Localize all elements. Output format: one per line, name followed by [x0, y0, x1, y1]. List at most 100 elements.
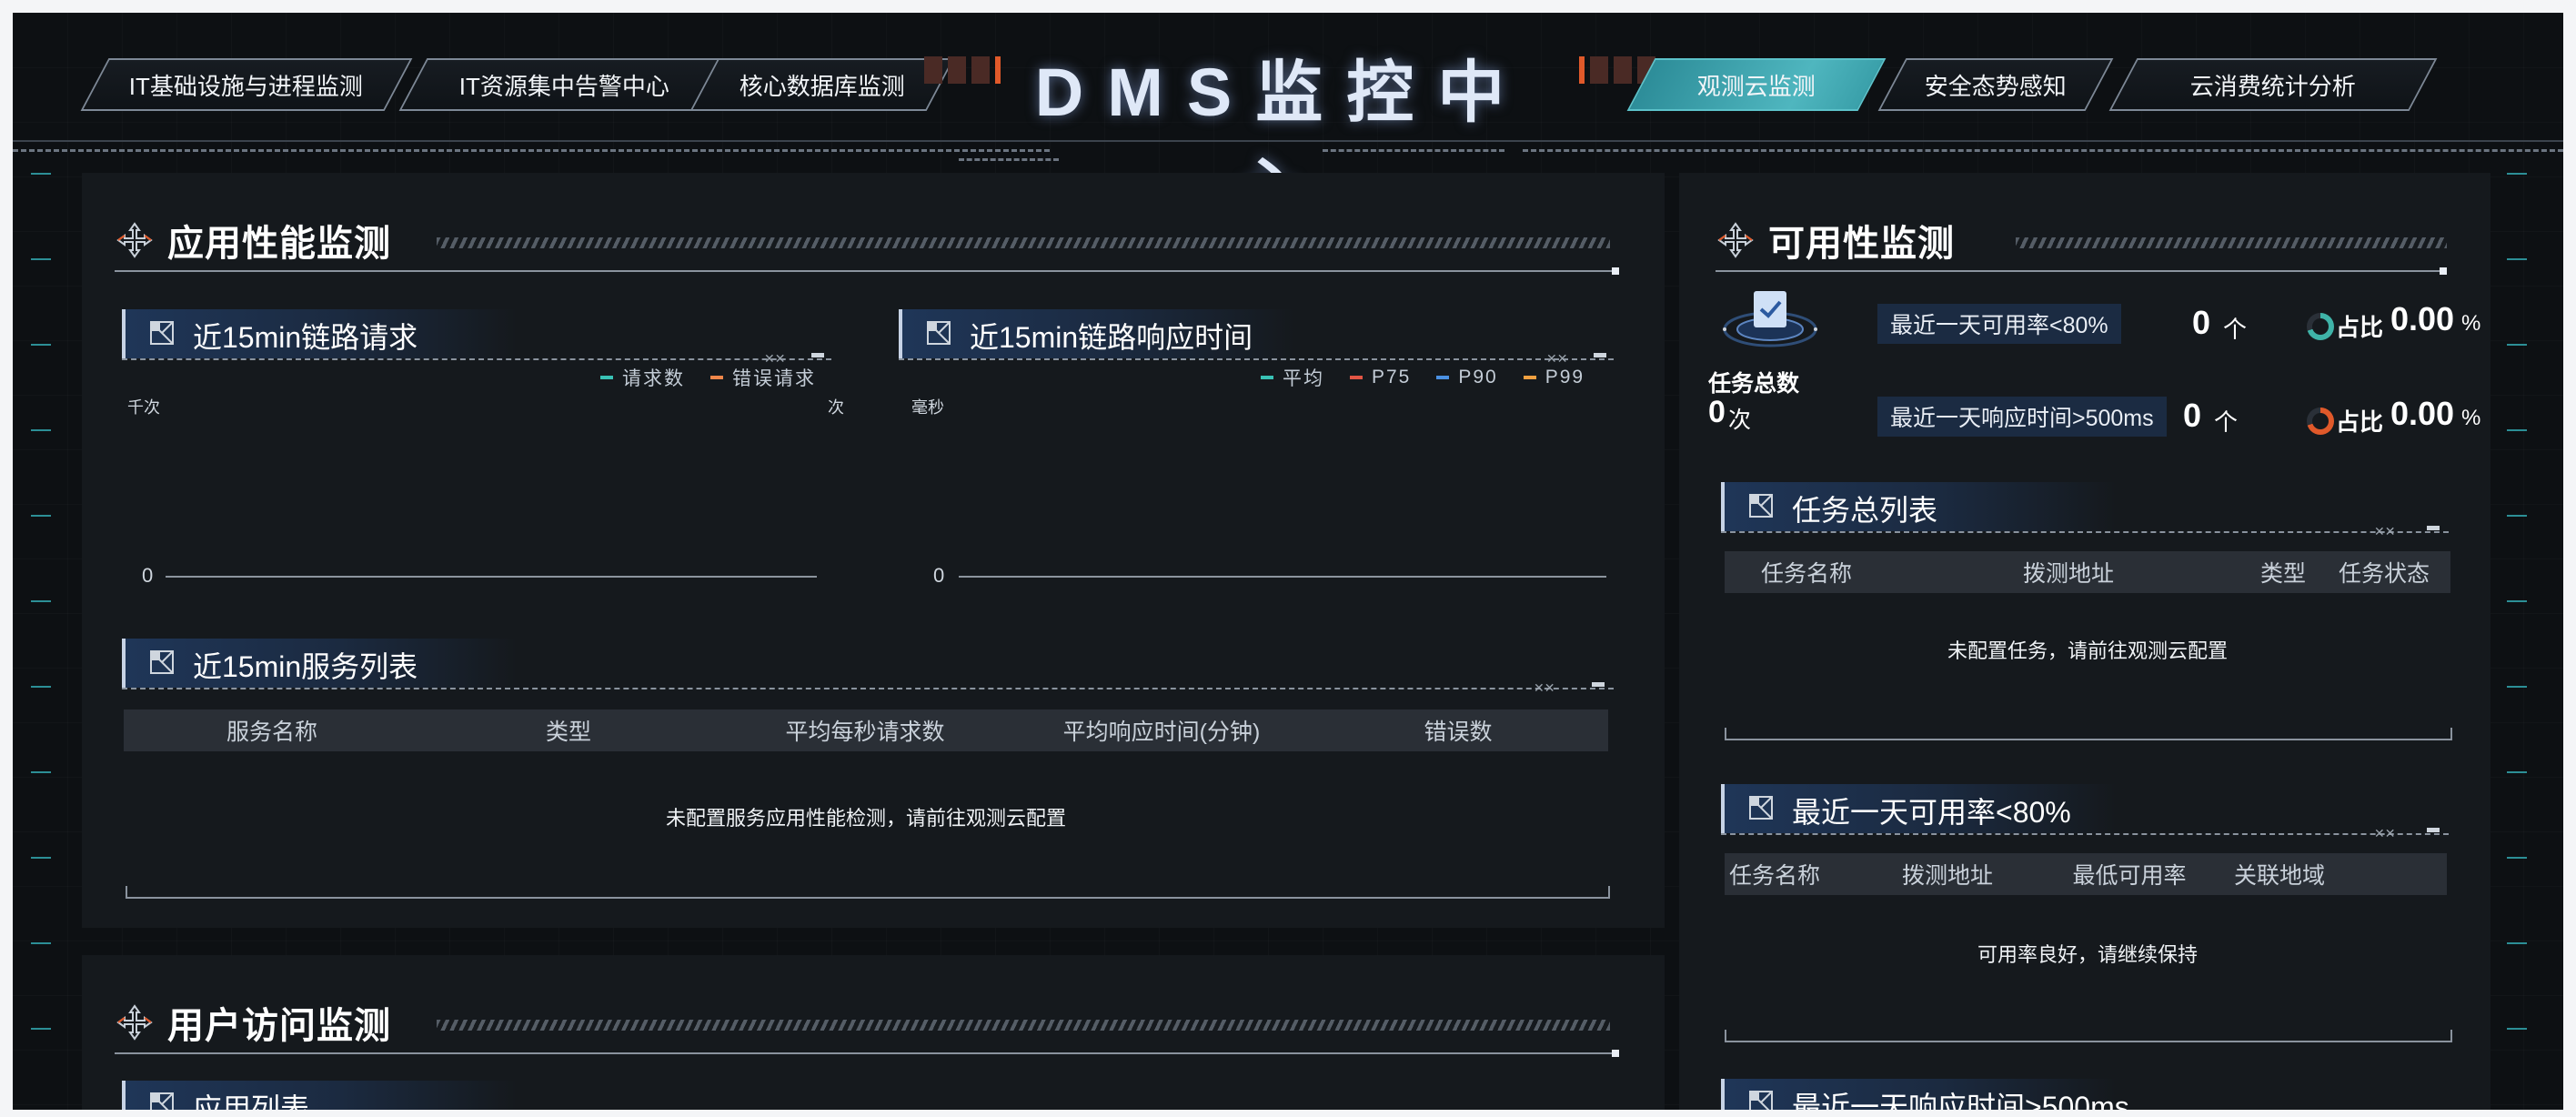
uam-panel: 用户访问监测 应用列表 — [82, 955, 1665, 1110]
column-probe-address[interactable]: 拨测地址 — [1888, 556, 2249, 589]
side-tick — [31, 344, 51, 346]
task-list-empty-message: 未配置任务，请前往观测云配置 — [1947, 639, 2228, 662]
latency-subheader: 近15min链路响应时间 ✕✕ — [899, 309, 1614, 366]
legend-item-avg[interactable]: 平均 — [1261, 364, 1324, 391]
requests-legend: 请求数 错误请求 — [600, 364, 816, 391]
legend-item-p75[interactable]: P75 — [1350, 364, 1411, 391]
table-bracket — [126, 886, 1610, 899]
section-rule — [115, 1050, 1619, 1057]
dashboard-screen: IT基础设施与进程监测 IT资源集中告警中心 核心数据库监测 DMS监控中心 观… — [13, 13, 2563, 1110]
move-arrows-icon — [116, 1004, 153, 1041]
subheader-dots — [1721, 531, 2449, 533]
legend-swatch — [1436, 376, 1450, 379]
task-total-value: 0 — [1708, 395, 1726, 429]
requests-title: 近15min链路请求 — [193, 321, 418, 354]
apps-subheader: 应用列表 — [122, 1081, 831, 1110]
subheader-dots — [1721, 833, 2449, 835]
corner-square-icon — [150, 650, 174, 674]
column-task-status[interactable]: 任务状态 — [2318, 556, 2450, 589]
axis-unit-right: 次 — [828, 398, 844, 417]
axis-zero-label: 0 — [142, 564, 154, 587]
column-task-name[interactable]: 任务名称 — [1725, 556, 1888, 589]
services-subheader: 近15min服务列表 ✕✕ — [122, 639, 1614, 695]
subheader-end — [2427, 828, 2440, 832]
side-tick — [31, 942, 51, 944]
title-deco-left — [924, 56, 1001, 84]
tab-it-alert-center[interactable]: IT资源集中告警中心 — [398, 58, 731, 111]
low-availability-subheader: 最近一天可用率<80% ✕✕ — [1721, 784, 2449, 840]
low-availability-title: 最近一天可用率<80% — [1792, 796, 2071, 829]
axis-unit-left: 毫秒 — [911, 398, 944, 417]
header-dash-right — [1523, 149, 2563, 156]
legend-item-p90[interactable]: P90 — [1436, 364, 1497, 391]
side-tick — [2507, 600, 2527, 602]
stat-count: 0 — [2192, 304, 2211, 341]
side-tick — [31, 515, 51, 517]
slow-response-title: 最近一天响应时间>500ms — [1792, 1091, 2129, 1110]
legend-item-requests[interactable]: 请求数 — [600, 364, 685, 391]
stat-ratio-value: 0.00 — [2390, 300, 2455, 337]
move-arrows-icon — [116, 222, 153, 258]
services-table-header: 服务名称 类型 平均每秒请求数 平均响应时间(分钟) 错误数 — [124, 709, 1608, 751]
stat-ratio-label: 占比 — [2336, 314, 2384, 341]
header-dash-left — [13, 149, 1050, 156]
legend-item-errors[interactable]: 错误请求 — [710, 364, 816, 391]
stat-ratio-label: 占比 — [2336, 408, 2384, 436]
page-title: DMS监控中心 — [1034, 55, 1529, 227]
column-region[interactable]: 关联地域 — [2189, 858, 2370, 891]
stat-label-low-availability[interactable]: 最近一天可用率<80% — [1877, 304, 2121, 344]
side-tick — [31, 1028, 51, 1030]
tab-label: 核心数据库监测 — [739, 72, 905, 100]
legend-label: 错误请求 — [732, 368, 816, 389]
move-arrows-icon — [1717, 222, 1754, 258]
tab-it-infrastructure[interactable]: IT基础设施与进程监测 — [80, 58, 413, 111]
column-errors[interactable]: 错误数 — [1310, 714, 1606, 747]
x-mark: ✕✕ — [2374, 826, 2396, 840]
legend-label: P90 — [1458, 367, 1498, 387]
column-task-name[interactable]: 任务名称 — [1725, 858, 1825, 891]
subheader-end — [1594, 353, 1606, 357]
x-mark: ✕✕ — [1534, 680, 1555, 695]
column-type[interactable]: 类型 — [420, 714, 717, 747]
column-avg-rps[interactable]: 平均每秒请求数 — [717, 714, 1013, 747]
corner-square-icon — [150, 1092, 174, 1110]
column-service-name[interactable]: 服务名称 — [124, 714, 420, 747]
task-list-subheader: 任务总列表 ✕✕ — [1721, 482, 2449, 538]
column-min-availability[interactable]: 最低可用率 — [2070, 858, 2189, 891]
legend-item-p99[interactable]: P99 — [1523, 364, 1585, 391]
tab-core-database[interactable]: 核心数据库监测 — [689, 58, 955, 111]
stat-count: 0 — [2183, 397, 2202, 434]
side-tick — [2507, 857, 2527, 859]
header-divider — [13, 140, 2563, 142]
stat-label-slow-response[interactable]: 最近一天响应时间>500ms — [1877, 397, 2167, 437]
subheader-bar — [122, 1081, 517, 1110]
low-availability-table-header: 任务名称 拨测地址 最低可用率 关联地域 — [1725, 853, 2447, 895]
column-type[interactable]: 类型 — [2249, 556, 2318, 589]
section-rule — [115, 267, 1619, 275]
column-probe-address[interactable]: 拨测地址 — [1825, 858, 2070, 891]
legend-label: 平均 — [1283, 368, 1324, 389]
side-tick — [2507, 1028, 2527, 1030]
stat-ratio-unit: % — [2461, 311, 2481, 336]
availability-panel: 可用性监测 任务总数 0 次 最近一天可用率<80% 0 个 占比 0.00 %… — [1679, 173, 2490, 1110]
tab-guance-monitoring[interactable]: 观测云监测 — [1626, 58, 1887, 111]
legend-swatch — [1350, 376, 1363, 379]
side-tick — [31, 771, 51, 773]
tab-security-awareness[interactable]: 安全态势感知 — [1877, 58, 2114, 111]
tab-label: 观测云监测 — [1696, 72, 1816, 100]
stat-ratio-unit: % — [2461, 406, 2481, 430]
column-avg-latency[interactable]: 平均响应时间(分钟) — [1013, 714, 1310, 747]
tab-label: IT基础设施与进程监测 — [129, 72, 364, 100]
ratio-ring-icon — [2307, 313, 2334, 340]
side-tick — [2507, 515, 2527, 517]
legend-swatch — [600, 376, 613, 379]
stat-unit: 个 — [2223, 316, 2248, 343]
tab-cloud-cost[interactable]: 云消费统计分析 — [2108, 58, 2438, 111]
subheader-end — [1592, 682, 1605, 687]
side-tick — [2507, 173, 2527, 175]
task-list-title: 任务总列表 — [1792, 494, 1938, 527]
corner-square-icon — [1749, 494, 1773, 518]
subheader-end — [811, 353, 824, 357]
side-tick — [2507, 771, 2527, 773]
legend-label: P75 — [1372, 367, 1412, 387]
